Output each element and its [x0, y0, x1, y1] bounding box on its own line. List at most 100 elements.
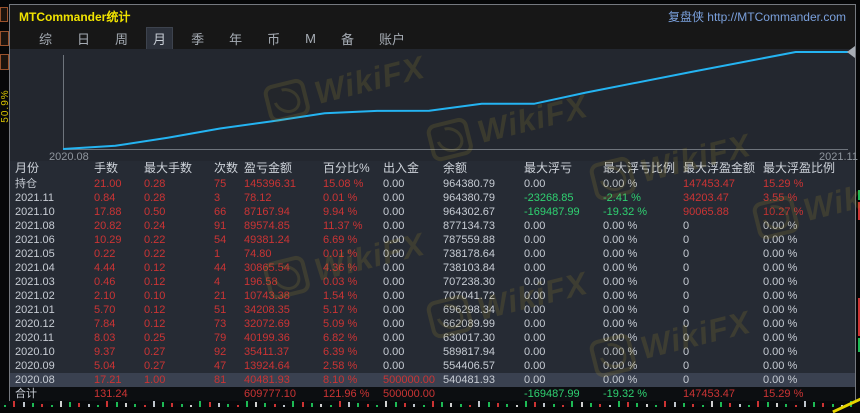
- cell: 0.00 %: [603, 178, 638, 190]
- table-row[interactable]: 2020.08 17.21 1.00 81 40481.93 8.10 % 500000.0…: [10, 373, 855, 387]
- column-header: 最大浮亏比例: [603, 161, 676, 175]
- cell: 0.00 %: [763, 248, 798, 260]
- equity-line-svg: [62, 51, 848, 150]
- cell: 0: [683, 304, 690, 316]
- column-header: 最大浮亏: [524, 161, 573, 175]
- column-header: 最大浮盈金额: [683, 161, 756, 175]
- cell: 0.00: [524, 178, 546, 190]
- cell: 6.39 %: [323, 346, 358, 358]
- cell: 0.00: [383, 290, 405, 302]
- cell: 0: [683, 318, 690, 330]
- cell: 2021.01: [15, 304, 55, 316]
- cell: 1: [214, 248, 221, 260]
- cell: -19.32 %: [603, 388, 648, 400]
- menu-item-10[interactable]: 账户: [372, 27, 412, 50]
- cell: 75: [214, 178, 227, 190]
- table-row[interactable]: 2021.08 20.82 0.24 91 89574.85 11.37 % 0.00 877…: [10, 219, 855, 233]
- cell: 0.12: [144, 304, 166, 316]
- menu-item-6[interactable]: 年: [222, 27, 249, 50]
- menu-item-5[interactable]: 季: [184, 27, 211, 50]
- cell: 0.00 %: [763, 318, 798, 330]
- menu-item-4[interactable]: 月: [146, 27, 174, 50]
- cell: 11.37 %: [323, 220, 363, 232]
- cell: 121.96 %: [323, 388, 370, 400]
- cell: 9.37: [94, 346, 116, 358]
- cell: -19.32 %: [603, 206, 648, 218]
- cell: 0.28: [144, 192, 166, 204]
- cell: 540481.93: [443, 374, 495, 386]
- cell: 44: [214, 262, 227, 274]
- cell: 0.00 %: [603, 248, 638, 260]
- cell: 5.70: [94, 304, 116, 316]
- cell: 合计: [15, 388, 37, 400]
- menu-item-1[interactable]: 综: [32, 27, 59, 50]
- cell: 630017.30: [443, 332, 495, 344]
- cell: 0.12: [144, 262, 166, 274]
- cell: 0.22: [144, 234, 166, 246]
- cell: 0.00 %: [763, 360, 798, 372]
- table-row[interactable]: 2021.01 5.70 0.12 51 34208.35 5.17 % 0.00 69629…: [10, 303, 855, 317]
- cell: 0.22: [94, 248, 116, 260]
- cell: 0.00: [383, 262, 405, 274]
- background-toolbar-fragment: [0, 31, 9, 46]
- cell: 0.00 %: [603, 290, 638, 302]
- table-row[interactable]: 2020.11 8.03 0.25 79 40199.36 6.82 % 0.00 63001…: [10, 331, 855, 345]
- cell: 34203.47: [683, 192, 729, 204]
- cell: 0: [683, 248, 690, 260]
- menu-item-7[interactable]: 币: [260, 27, 287, 50]
- cell: 2021.06: [15, 234, 55, 246]
- cell: 2021.05: [15, 248, 55, 260]
- cell: 0.00: [524, 276, 546, 288]
- cell: 0.12: [144, 318, 166, 330]
- cell: 15.08 %: [323, 178, 364, 190]
- cell: 738103.84: [443, 262, 495, 274]
- table-row[interactable]: 2020.09 5.04 0.27 47 13924.64 2.58 % 0.00 55440…: [10, 359, 855, 373]
- table-row[interactable]: 2020.10 9.37 0.27 92 35411.37 6.39 % 0.00 58981…: [10, 345, 855, 359]
- cell: 87167.94: [244, 206, 290, 218]
- table-row[interactable]: 2020.12 7.84 0.12 73 32072.69 5.09 % 0.00 66208…: [10, 317, 855, 331]
- cell: 2020.12: [15, 318, 55, 330]
- cell: 0.00 %: [603, 360, 638, 372]
- cell: 0.00 %: [603, 332, 638, 344]
- brand-link[interactable]: 复盘侠 http://MTCommander.com: [668, 8, 846, 25]
- table-row[interactable]: 2021.10 17.88 0.50 66 87167.94 9.94 % 0.00 9643…: [10, 205, 855, 219]
- cell: 0.00 %: [763, 332, 798, 344]
- cell: 554406.57: [443, 360, 495, 372]
- cell: 0.00: [524, 318, 546, 330]
- cell: 17.21: [94, 374, 122, 386]
- cell: 2021.04: [15, 262, 55, 274]
- cell: 3.55 %: [763, 192, 798, 204]
- column-header: 余额: [443, 161, 468, 175]
- table-row[interactable]: 2021.06 10.29 0.22 54 49381.24 6.69 % 0.00 7875…: [10, 233, 855, 247]
- cell: 47: [214, 360, 227, 372]
- cell: 40199.36: [244, 332, 290, 344]
- menu-item-9[interactable]: 备: [334, 27, 361, 50]
- cell: -2.41 %: [603, 192, 641, 204]
- table-row[interactable]: 2021.11 0.84 0.28 3 78.12 0.01 % 0.00 964380.79…: [10, 191, 855, 205]
- cell: 0.00: [383, 248, 405, 260]
- table-row[interactable]: 持仓 21.00 0.28 75 145396.31 15.08 % 0.00 964380.…: [10, 177, 855, 191]
- cell: 0.00 %: [763, 346, 798, 358]
- cell: 34208.35: [244, 304, 290, 316]
- cell: 15.29 %: [763, 388, 804, 400]
- cell: 147453.47: [683, 178, 735, 190]
- cell: 40481.93: [244, 374, 290, 386]
- cell: 0.27: [144, 346, 166, 358]
- total-row[interactable]: 合计 131.24 609777.10 121.96 % 500000.00 -16948…: [10, 387, 855, 401]
- menu-item-3[interactable]: 周: [108, 27, 135, 50]
- cell: 0.00 %: [603, 346, 638, 358]
- cell: 0.00 %: [603, 318, 638, 330]
- cell: 90065.88: [683, 206, 729, 218]
- table-row[interactable]: 2021.02 2.10 0.10 21 10743.38 1.54 % 0.00 70704…: [10, 289, 855, 303]
- table-row[interactable]: 2021.03 0.46 0.12 4 196.58 0.03 % 0.00 707238.3…: [10, 275, 855, 289]
- column-header: 月份: [15, 161, 40, 175]
- cell: 0.00: [524, 374, 546, 386]
- column-header: 百分比%: [323, 161, 370, 175]
- cell: 0.00 %: [763, 304, 798, 316]
- table-row[interactable]: 2021.05 0.22 0.22 1 74.80 0.01 % 0.00 738178.64…: [10, 247, 855, 261]
- cell: 35411.37: [244, 346, 290, 358]
- menu-item-8[interactable]: M: [298, 29, 323, 48]
- menu-item-2[interactable]: 日: [70, 27, 97, 50]
- table-row[interactable]: 2021.04 4.44 0.12 44 30865.54 4.36 % 0.00 73810…: [10, 261, 855, 275]
- cell: 0.00 %: [763, 262, 798, 274]
